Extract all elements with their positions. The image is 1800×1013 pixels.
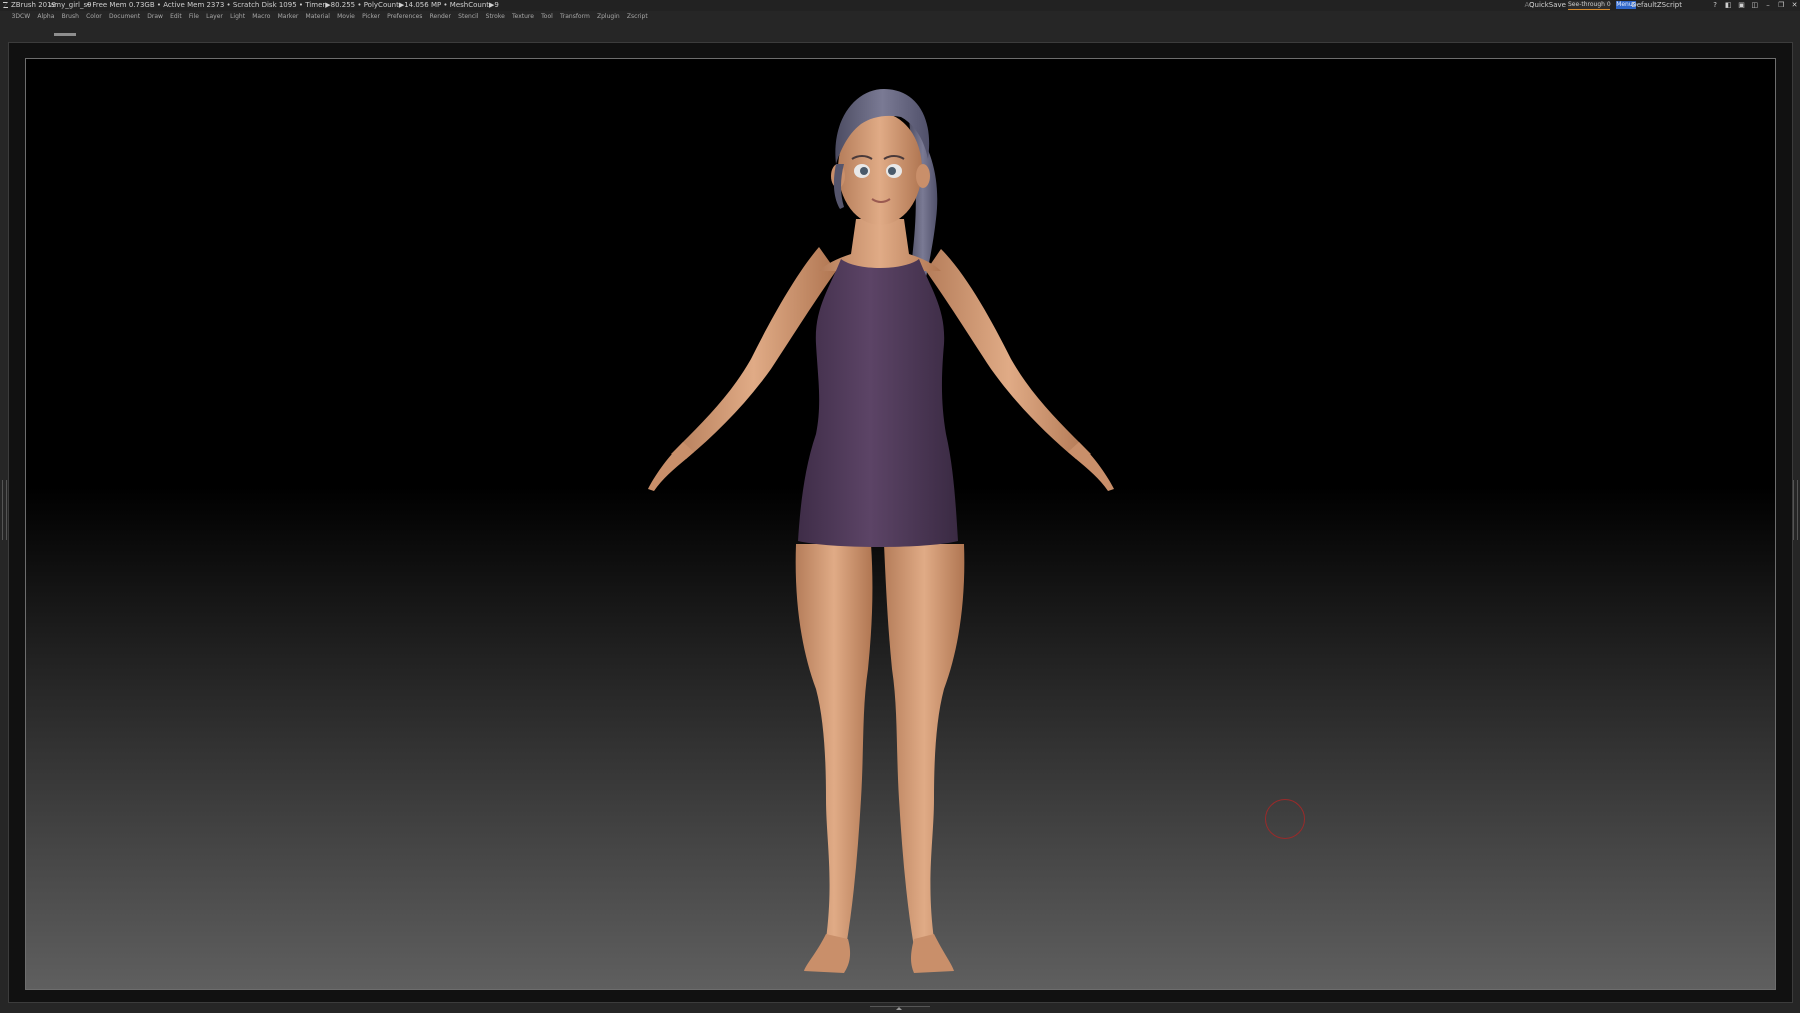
menu-zscript[interactable]: Zscript xyxy=(623,11,651,23)
character-model xyxy=(648,89,1114,973)
menu-stroke[interactable]: Stroke xyxy=(482,11,508,23)
menu-preferences[interactable]: Preferences xyxy=(384,11,426,23)
system-stats: • Free Mem 0.73GB • Active Mem 2373 • Sc… xyxy=(86,1,499,9)
menu-stencil[interactable]: Stencil xyxy=(455,11,482,23)
menu-movie[interactable]: Movie xyxy=(334,11,359,23)
menu-color[interactable]: Color xyxy=(83,11,106,23)
menu-material[interactable]: Material xyxy=(302,11,334,23)
menu-document[interactable]: Document xyxy=(105,11,143,23)
right-foot xyxy=(911,934,954,973)
left-arm xyxy=(671,247,836,459)
default-zscript-button[interactable]: DefaultZScript xyxy=(1631,0,1682,11)
menu-bar: 3DCW Alpha Brush Color Document Draw Edi… xyxy=(0,11,1800,23)
menu-texture[interactable]: Texture xyxy=(508,11,537,23)
menu-transform[interactable]: Transform xyxy=(556,11,593,23)
zbrush-window: ZBrush 2019 amy_girl_s9 • Free Mem 0.73G… xyxy=(0,0,1800,1013)
left-foot xyxy=(804,934,851,973)
right-tray-handle[interactable] xyxy=(1793,480,1798,540)
menu-picker[interactable]: Picker xyxy=(358,11,383,23)
ui-icon[interactable]: ◫ xyxy=(1749,0,1760,11)
menu-alpha[interactable]: Alpha xyxy=(34,11,58,23)
document-tab-row xyxy=(0,23,1800,40)
left-tray-handle[interactable] xyxy=(2,480,7,540)
menu-render[interactable]: Render xyxy=(426,11,455,23)
palette-icon[interactable]: ▣ xyxy=(1736,0,1747,11)
menu-light[interactable]: Light xyxy=(226,11,248,23)
menu-draw[interactable]: Draw xyxy=(144,11,167,23)
canvas-viewport[interactable] xyxy=(25,58,1776,990)
menu-marker[interactable]: Marker xyxy=(274,11,302,23)
brush-cursor xyxy=(1265,799,1305,839)
chevron-up-icon xyxy=(896,1007,902,1010)
menu-tool[interactable]: Tool xyxy=(538,11,557,23)
left-hand xyxy=(648,442,694,491)
right-hand xyxy=(1068,442,1114,491)
bottom-tray-handle[interactable] xyxy=(870,1006,930,1012)
minimize-icon[interactable]: – xyxy=(1763,0,1774,11)
menu-macro[interactable]: Macro xyxy=(249,11,274,23)
help-icon[interactable]: ? xyxy=(1710,0,1721,11)
menu-edit[interactable]: Edit xyxy=(167,11,186,23)
layout-icon[interactable]: ◧ xyxy=(1723,0,1734,11)
zbrush-logo-icon xyxy=(3,2,8,8)
menu-zplugin[interactable]: Zplugin xyxy=(593,11,623,23)
close-icon[interactable]: ✕ xyxy=(1789,0,1800,11)
quicksave-button[interactable]: QuickSave xyxy=(1529,0,1566,11)
active-tab-indicator[interactable] xyxy=(54,33,76,36)
menu-brush[interactable]: Brush xyxy=(58,11,83,23)
see-through-slider[interactable]: See-through 0 xyxy=(1568,1,1611,10)
dress xyxy=(798,259,958,547)
restore-icon[interactable]: ❐ xyxy=(1776,0,1787,11)
menu-file[interactable]: File xyxy=(185,11,202,23)
left-leg xyxy=(795,544,873,947)
right-ear xyxy=(916,164,930,188)
menu-layer[interactable]: Layer xyxy=(203,11,227,23)
title-bar: ZBrush 2019 amy_girl_s9 • Free Mem 0.73G… xyxy=(0,0,1800,11)
right-leg xyxy=(884,544,965,947)
menu-3dcw[interactable]: 3DCW xyxy=(8,11,34,23)
window-controls: ? ◧ ▣ ◫ – ❐ ✕ xyxy=(1710,0,1800,11)
right-arm xyxy=(926,249,1091,459)
